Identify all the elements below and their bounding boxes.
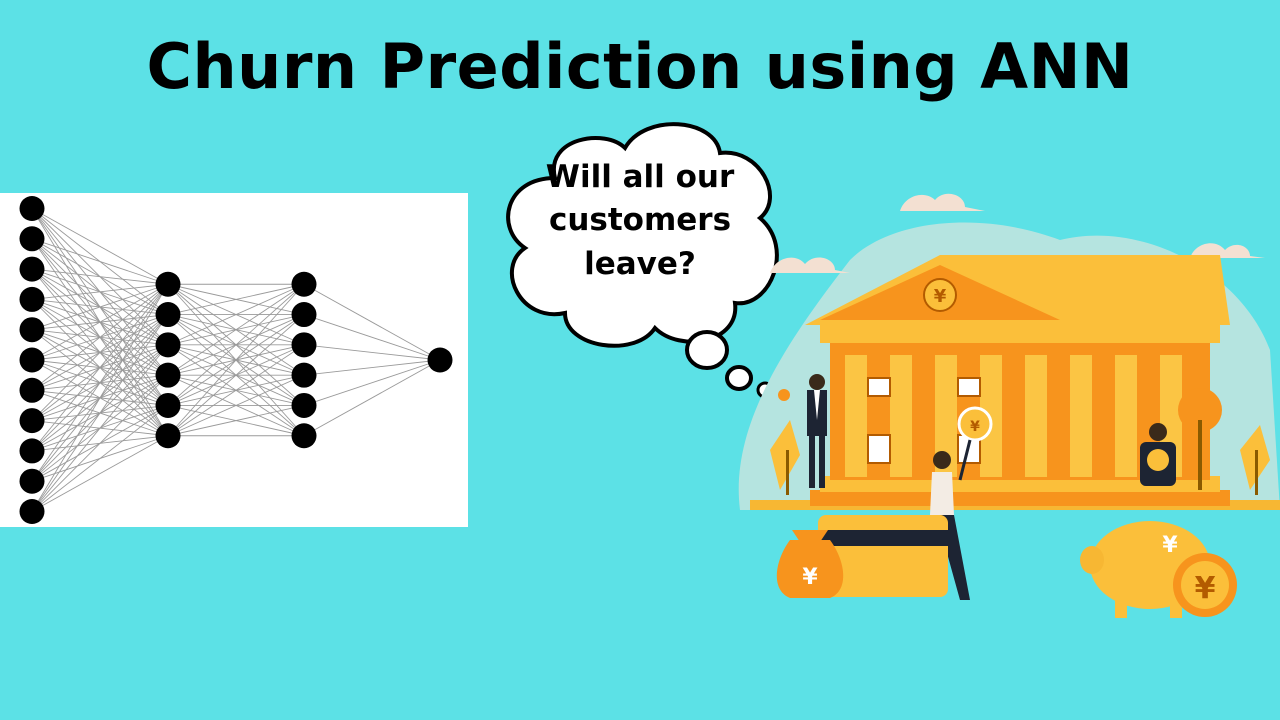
hidden-neuron: [155, 362, 181, 388]
input-neuron: [19, 226, 45, 252]
network-edge: [303, 344, 441, 361]
input-neuron: [19, 317, 45, 343]
network-edge: [31, 314, 169, 512]
input-neuron: [19, 347, 45, 373]
network-edge: [31, 208, 169, 285]
input-neuron: [19, 286, 45, 312]
neural-network-diagram: [0, 193, 468, 527]
hidden-neuron: [291, 362, 317, 388]
network-edge: [31, 283, 169, 482]
input-neuron: [19, 438, 45, 464]
output-neuron: [427, 347, 453, 373]
network-edge: [31, 405, 169, 512]
network-edge: [31, 283, 169, 300]
bank-illustration: ¥ ¥ ¥ ¥ ¥: [720, 180, 1280, 630]
input-neuron: [19, 468, 45, 494]
input-neuron: [19, 499, 45, 524]
hidden-neuron: [155, 392, 181, 418]
hidden-neuron: [291, 392, 317, 418]
network-edge: [31, 283, 169, 361]
network-edge: [31, 344, 169, 512]
network-edge: [303, 283, 441, 361]
coin-icon: ¥: [1173, 553, 1237, 617]
hidden-neuron: [291, 332, 317, 358]
hidden-neuron: [155, 423, 181, 449]
network-edge: [31, 268, 169, 285]
network-edge: [31, 374, 169, 512]
input-neuron: [19, 256, 45, 282]
svg-text:¥: ¥: [970, 419, 980, 435]
input-neuron: [19, 377, 45, 403]
network-edge: [303, 314, 441, 361]
network-edge: [31, 283, 169, 391]
network-edge: [303, 359, 441, 376]
hidden-neuron: [291, 423, 317, 449]
network-edges: [31, 208, 441, 512]
network-edge: [31, 435, 169, 512]
neural-network-graph: [19, 196, 453, 524]
svg-text:¥: ¥: [1162, 533, 1178, 558]
input-neuron: [19, 196, 45, 221]
network-edge: [31, 283, 169, 452]
network-edge: [31, 238, 169, 285]
svg-text:¥: ¥: [934, 286, 947, 307]
hidden-neuron: [155, 332, 181, 358]
network-edge: [303, 359, 441, 437]
network-edge: [31, 283, 169, 421]
svg-text:¥: ¥: [802, 565, 818, 590]
page-title: Churn Prediction using ANN: [146, 30, 1134, 103]
input-neuron: [19, 408, 45, 434]
network-edge: [31, 284, 169, 512]
hidden-neuron: [155, 302, 181, 328]
hidden-neuron: [291, 271, 317, 297]
svg-text:¥: ¥: [1195, 571, 1216, 606]
network-edge: [303, 359, 441, 406]
bank-scene: ¥ ¥ ¥ ¥ ¥: [738, 193, 1280, 618]
hidden-neuron: [155, 271, 181, 297]
hidden-neuron: [291, 302, 317, 328]
